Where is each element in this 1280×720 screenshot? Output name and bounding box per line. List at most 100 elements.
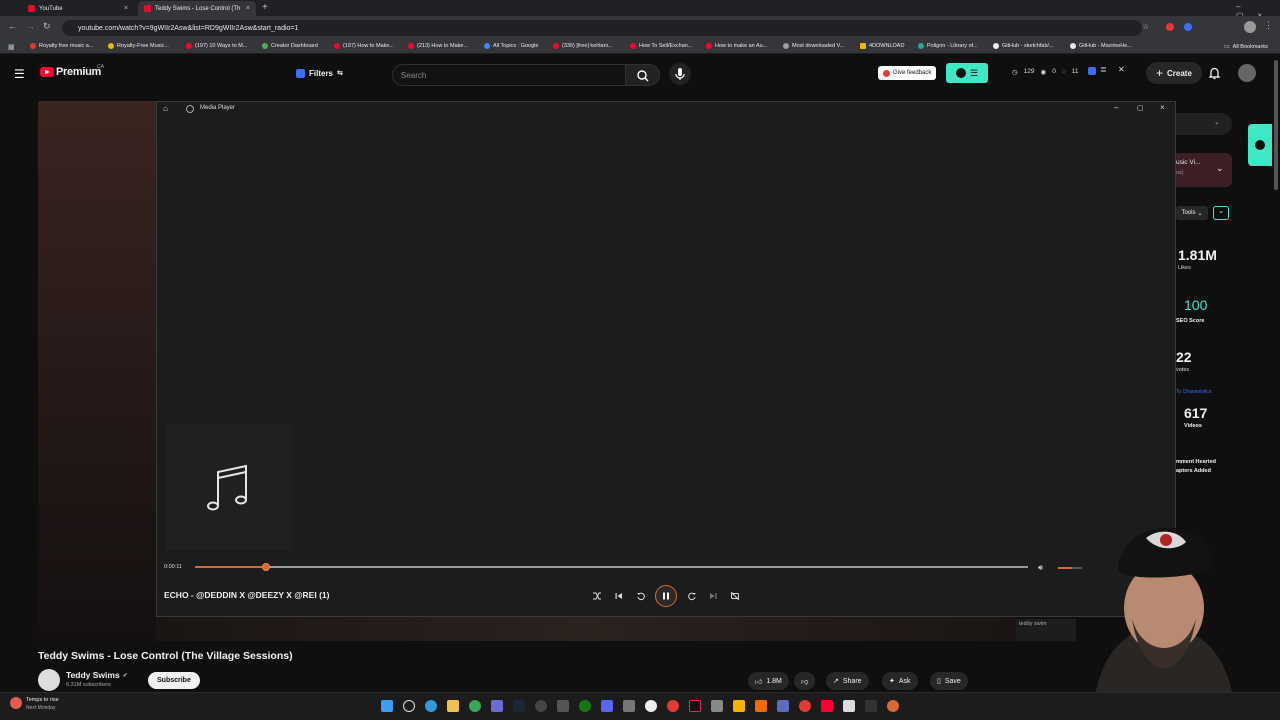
extension-menu-button[interactable]: ☰ <box>946 63 988 83</box>
app-icon[interactable] <box>623 700 635 712</box>
youtube-logo-icon[interactable] <box>40 67 54 77</box>
bookmark-item[interactable]: Royalty-Free Music... <box>108 43 169 49</box>
extension-icon[interactable] <box>1088 67 1096 75</box>
app-icon[interactable] <box>535 700 547 712</box>
discord-icon[interactable] <box>601 700 613 712</box>
volume-icon[interactable]: 🔊︎ <box>1038 563 1043 573</box>
app-icon[interactable] <box>557 700 569 712</box>
like-button[interactable]: 👍︎ 1.8M <box>748 672 789 690</box>
video-frame-background[interactable] <box>38 101 158 641</box>
profile-avatar[interactable] <box>1244 21 1256 33</box>
expand-button[interactable]: ⌄ <box>1213 206 1229 220</box>
chevron-down-icon[interactable]: ⌄ <box>1214 118 1220 126</box>
app-icon[interactable] <box>777 700 789 712</box>
app-icon[interactable] <box>733 700 745 712</box>
app-icon[interactable] <box>865 700 877 712</box>
volume-slider[interactable] <box>1058 567 1082 569</box>
account-avatar[interactable] <box>1238 64 1256 82</box>
edge-browser-icon[interactable] <box>425 700 437 712</box>
extension-sidebar-tab[interactable] <box>1248 124 1272 166</box>
bookmark-item[interactable]: GitHub - MaximeHe... <box>1070 43 1132 49</box>
search-icon[interactable] <box>403 700 415 712</box>
channelytics-link[interactable]: To Channelytics <box>1176 389 1211 395</box>
ask-button[interactable]: ✦ Ask <box>882 672 918 690</box>
extension-icon[interactable] <box>1166 23 1174 31</box>
bookmark-item[interactable]: All Topics : Google <box>484 43 538 49</box>
shuffle-button[interactable] <box>590 589 604 603</box>
share-button[interactable]: ↗ Share <box>826 672 869 690</box>
forward-arrow-icon[interactable]: → <box>26 21 35 31</box>
app-icon[interactable] <box>645 700 657 712</box>
bookmark-item[interactable]: (336) [free] kehlani... <box>553 43 612 49</box>
app-icon[interactable] <box>799 700 811 712</box>
bookmark-item[interactable]: Poligon - Library of... <box>918 43 978 49</box>
dislike-button[interactable]: 👎︎ <box>794 672 816 690</box>
bookmark-item[interactable]: Royalty free music a... <box>30 43 93 49</box>
seek-bar[interactable] <box>195 566 1028 568</box>
pause-button[interactable] <box>655 585 677 607</box>
search-input[interactable]: Search <box>392 64 626 86</box>
chrome-icon[interactable] <box>469 700 481 712</box>
previous-button[interactable] <box>612 589 626 603</box>
menu-kebab-icon[interactable]: ⋮ <box>1264 20 1273 31</box>
tiktok-icon[interactable] <box>689 700 701 712</box>
url-input[interactable]: youtube.com/watch?v=9gWIIr2Asw&list=RD9g… <box>62 20 1142 36</box>
app-icon[interactable] <box>711 700 723 712</box>
new-tab-button[interactable]: + <box>262 2 268 13</box>
app-icon[interactable] <box>491 700 503 712</box>
steam-icon[interactable] <box>513 700 525 712</box>
tools-dropdown[interactable]: Tools ⌄ <box>1176 206 1208 220</box>
save-button[interactable]: ▯ Save <box>930 672 968 690</box>
extension-icon[interactable] <box>1184 23 1192 31</box>
file-explorer-icon[interactable] <box>447 700 459 712</box>
minimize-button[interactable]: – <box>1114 103 1118 112</box>
tab-youtube[interactable]: YouTube × <box>22 1 134 16</box>
bookmark-star-icon[interactable]: ☆ <box>1142 22 1149 31</box>
bookmark-item[interactable]: 4DOWNLOAD <box>860 43 904 49</box>
maximize-button[interactable]: ▢ <box>1137 104 1144 112</box>
app-icon[interactable] <box>667 700 679 712</box>
bookmark-item[interactable]: GitHub - sketchfab/... <box>993 43 1054 49</box>
youtube-app-icon[interactable] <box>821 700 833 712</box>
app-icon[interactable] <box>843 700 855 712</box>
close-window-button[interactable]: × <box>1160 103 1165 112</box>
music-video-card[interactable]: usic Vi... ns) ⌄ <box>1176 153 1232 187</box>
rewind-button[interactable] <box>634 589 648 603</box>
give-feedback-button[interactable]: Give feedback <box>878 66 937 80</box>
windows-start-icon[interactable] <box>381 700 393 712</box>
bookmark-item[interactable]: Creator Dashboard <box>262 43 318 49</box>
xbox-icon[interactable] <box>579 700 591 712</box>
subscribe-button[interactable]: Subscribe <box>148 672 200 689</box>
back-arrow-icon[interactable]: ← <box>8 21 17 31</box>
app-icon[interactable] <box>755 700 767 712</box>
bookmark-item[interactable]: Most downloaded V... <box>783 43 844 49</box>
media-player-taskbar-icon[interactable] <box>887 700 899 712</box>
repeat-button[interactable] <box>728 589 742 603</box>
reload-icon[interactable]: ↻ <box>43 21 51 32</box>
filters-button[interactable]: Filters ⇆ <box>290 64 349 82</box>
weather-icon[interactable] <box>10 697 22 709</box>
create-button[interactable]: + Create <box>1146 62 1202 84</box>
tools-icon[interactable]: ✕ <box>1118 65 1125 74</box>
bookmark-item[interactable]: (197) 10 Ways to M... <box>186 43 247 49</box>
bookmark-item[interactable]: How to make an Au... <box>706 43 767 49</box>
seek-bar-handle[interactable] <box>261 563 270 571</box>
list-icon[interactable]: ≣ <box>1100 65 1107 74</box>
forward-button[interactable] <box>685 589 699 603</box>
bookmark-item[interactable]: (213) How to Make... <box>408 43 468 49</box>
apps-grid-icon[interactable]: ▦ <box>8 43 15 51</box>
toggle-control[interactable] <box>1176 113 1232 135</box>
channel-name[interactable]: Teddy Swims ✔ <box>66 670 128 680</box>
home-icon[interactable]: ⌂ <box>163 104 168 113</box>
bookmark-item[interactable]: How To Sell/Exchan... <box>630 43 692 49</box>
hamburger-menu-icon[interactable]: ☰ <box>14 67 25 81</box>
close-icon[interactable]: × <box>246 5 250 12</box>
search-button[interactable] <box>626 64 660 86</box>
page-scrollbar[interactable] <box>1274 60 1278 190</box>
notifications-bell-icon[interactable] <box>1208 66 1221 80</box>
close-icon[interactable]: × <box>124 5 128 12</box>
all-bookmarks[interactable]: ▭ All Bookmarks <box>1224 43 1268 51</box>
tab-teddy-swims[interactable]: Teddy Swims - Lose Control (Th × <box>138 1 256 16</box>
bookmark-item[interactable]: (197) How to Make... <box>334 43 394 49</box>
next-button[interactable] <box>706 589 720 603</box>
